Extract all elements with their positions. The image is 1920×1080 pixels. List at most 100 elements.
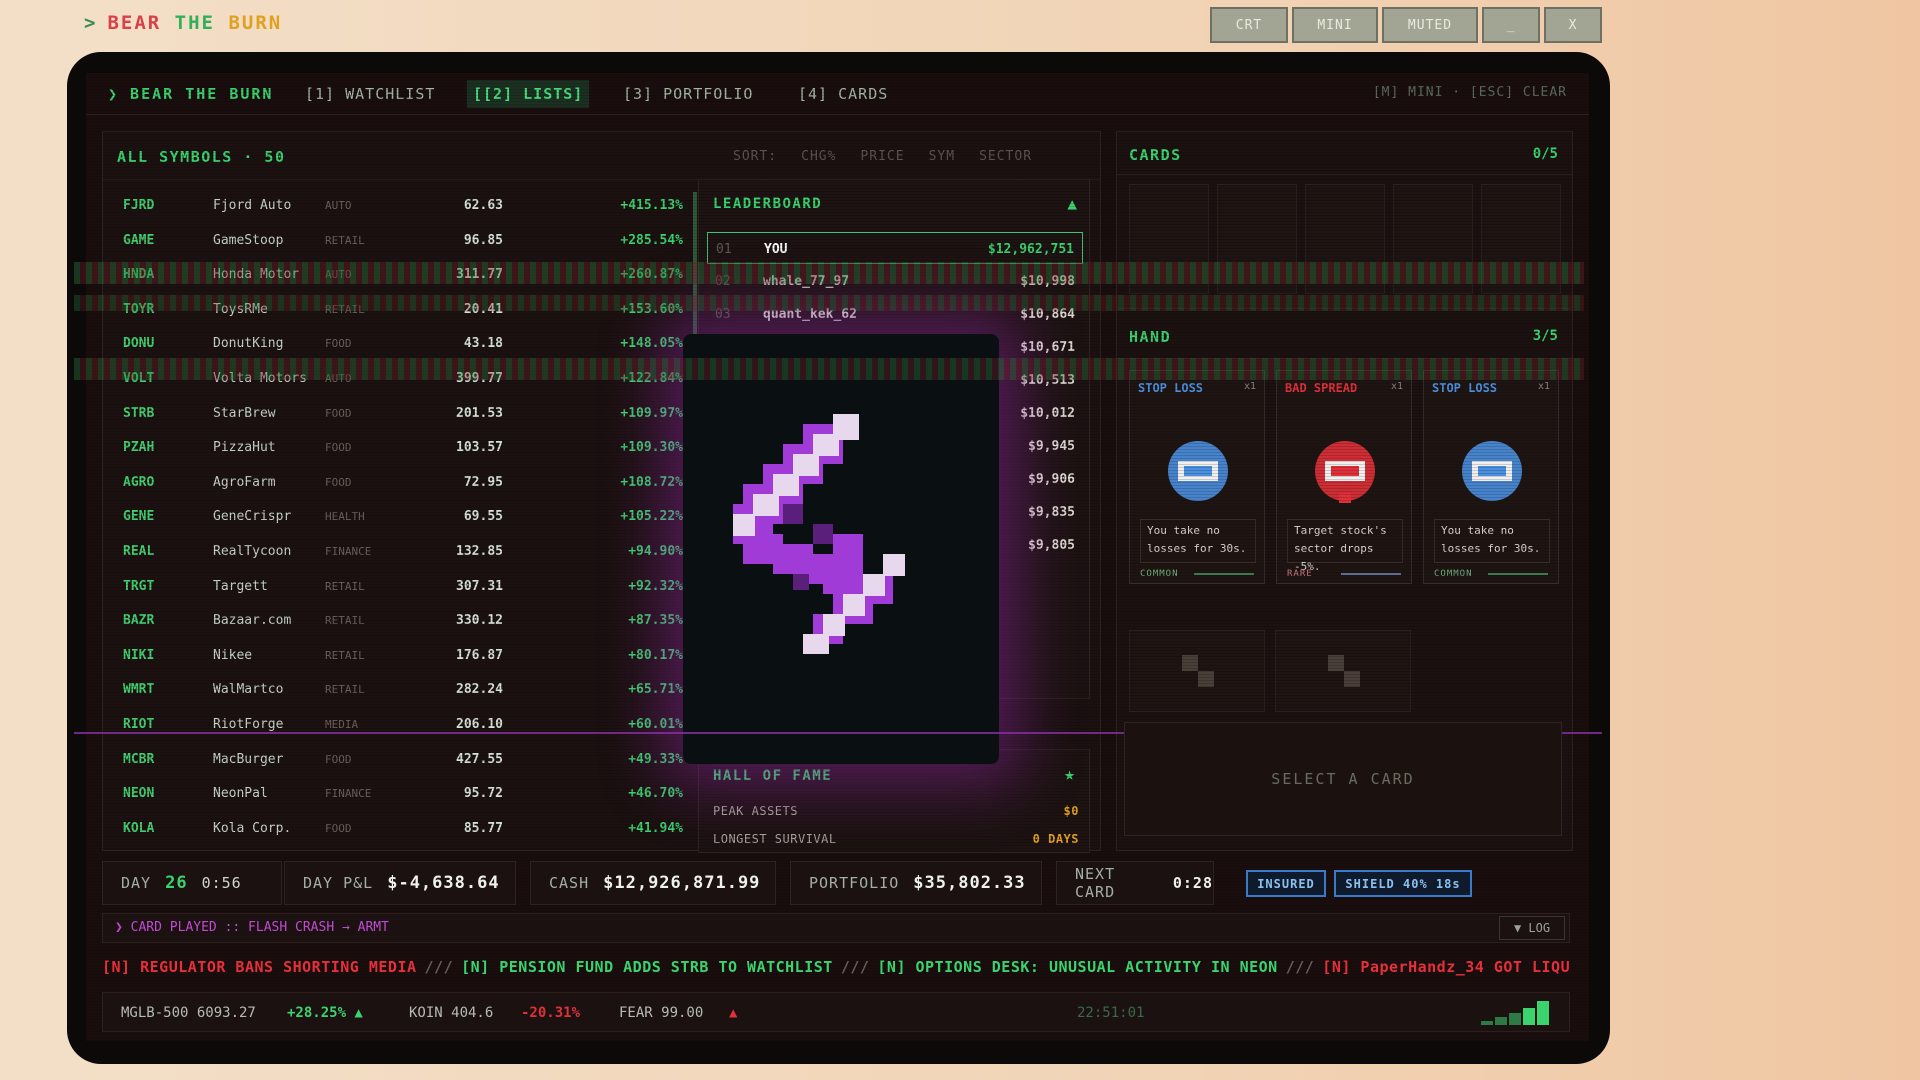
- hand-card[interactable]: STOP LOSS x1 You take no losses for 30s. CO…: [1129, 370, 1265, 584]
- crt-toggle-button[interactable]: CRT: [1210, 7, 1288, 43]
- symbol-price: 85.77: [463, 820, 503, 836]
- symbol-name: AgroFarm: [213, 474, 276, 490]
- symbol-row[interactable]: NIKI Nikee RETAIL 176.87 +80.17%: [103, 638, 683, 672]
- symbol-change: +105.22%: [620, 509, 683, 525]
- symbol-change: +285.54%: [620, 232, 683, 248]
- symbol-row[interactable]: TOYR ToysRMe RETAIL 20.41 +153.60%: [103, 292, 683, 326]
- tab-watchlist[interactable]: [1] WATCHLIST: [299, 80, 441, 108]
- ticker-item: [N] OPTIONS DESK: UNUSUAL ACTIVITY IN NE…: [877, 958, 1278, 976]
- symbol-name: Honda Motor: [213, 267, 300, 283]
- collapse-triangle-icon[interactable]: ▲: [1067, 194, 1077, 213]
- cards-count: 0/5: [1532, 146, 1558, 162]
- symbol-price: 282.24: [456, 682, 503, 698]
- symbol-change: +92.32%: [628, 578, 683, 594]
- hand-card[interactable]: BAD SPREAD x1 Target stock's sector drops …: [1276, 370, 1412, 584]
- card-slot[interactable]: [1393, 184, 1473, 294]
- sort-sym-button[interactable]: SYM: [929, 149, 955, 164]
- sort-price-button[interactable]: PRICE: [860, 149, 904, 164]
- symbol-row[interactable]: PZAH PizzaHut FOOD 103.57 +109.30%: [103, 430, 683, 464]
- symbol-row[interactable]: STRB StarBrew FOOD 201.53 +109.97%: [103, 396, 683, 430]
- symbol-row[interactable]: RIOT RiotForge MEDIA 206.10 +60.01%: [103, 707, 683, 741]
- symbol-sector: RETAIL: [325, 579, 365, 593]
- close-button[interactable]: X: [1544, 7, 1602, 43]
- symbol-row[interactable]: HNDA Honda Motor AUTO 311.77 +260.87%: [103, 257, 683, 291]
- select-card-prompt: SELECT A CARD: [1124, 722, 1562, 836]
- longest-survival-row: LONGEST SURVIVAL 0 DAYS: [713, 832, 1079, 846]
- sort-sector-button[interactable]: SECTOR: [979, 149, 1032, 164]
- tab-portfolio[interactable]: [3] PORTFOLIO: [617, 80, 759, 108]
- leaderboard-name: whale_77_97: [763, 274, 850, 289]
- symbol-price: 206.10: [456, 717, 503, 732]
- symbol-row[interactable]: FJRD Fjord Auto AUTO 62.63 +415.13%: [103, 188, 683, 222]
- symbol-sector: AUTO: [325, 372, 352, 385]
- log-toggle-button[interactable]: ▼ LOG: [1499, 916, 1565, 940]
- symbol-sector: RETAIL: [325, 302, 365, 316]
- day-number: 26: [165, 873, 188, 893]
- clock: 22:51:01: [1077, 1005, 1145, 1021]
- symbol-name: ToysRMe: [213, 301, 268, 317]
- symbol-row[interactable]: DONU DonutKing FOOD 43.18 +148.05%: [103, 326, 683, 360]
- symbol-row[interactable]: WMRT WalMartco RETAIL 282.24 +65.71%: [103, 672, 683, 706]
- symbol-price: 62.63: [463, 198, 503, 213]
- hand-card-name: STOP LOSS: [1432, 381, 1498, 395]
- symbol-sector: MEDIA: [325, 718, 359, 731]
- symbol-sector: RETAIL: [325, 648, 365, 662]
- hand-card-name: BAD SPREAD: [1285, 381, 1358, 395]
- symbol-change: +87.35%: [628, 613, 683, 629]
- symbol-row[interactable]: GAME GameStoop RETAIL 96.85 +285.54%: [103, 223, 683, 257]
- symbol-row[interactable]: VOLT Volta Motors AUTO 399.77 +122.84%: [103, 361, 683, 395]
- hand-card[interactable]: STOP LOSS x1 You take no losses for 30s. CO…: [1423, 370, 1559, 584]
- ticker-item: [N] PENSION FUND ADDS STRB TO WATCHLIST: [461, 958, 833, 976]
- card-reveal-overlay[interactable]: [683, 334, 999, 764]
- symbol-change: +108.72%: [620, 474, 683, 490]
- symbol-change: +122.84%: [620, 371, 683, 386]
- symbol-row[interactable]: GENE GeneCrispr HEALTH 69.55 +105.22%: [103, 499, 683, 533]
- mute-button[interactable]: MUTED: [1382, 7, 1478, 43]
- symbol-name: RiotForge: [213, 717, 284, 732]
- tab-cards[interactable]: [4] CARDS: [792, 80, 894, 108]
- leaderboard-row: 02 whale_77_97 $10,998: [707, 265, 1083, 297]
- mini-mode-button[interactable]: MINI: [1292, 7, 1378, 43]
- symbol-row[interactable]: MCBR MacBurger FOOD 427.55 +49.33%: [103, 742, 683, 776]
- day-timer: 0:56: [201, 874, 242, 892]
- ticker-item: [N] REGULATOR BANS SHORTING MEDIA: [102, 958, 417, 976]
- symbols-title: ALL SYMBOLS · 50: [117, 148, 286, 166]
- symbol-name: Fjord Auto: [213, 198, 292, 213]
- symbol-ticker: TOYR: [123, 301, 155, 317]
- symbol-row[interactable]: TRGT Targett RETAIL 307.31 +92.32%: [103, 569, 683, 603]
- card-slot[interactable]: [1481, 184, 1561, 294]
- symbol-row[interactable]: AGRO AgroFarm FOOD 72.95 +108.72%: [103, 465, 683, 499]
- page-title: > BEAR THE BURN: [84, 12, 283, 34]
- symbol-row[interactable]: REAL RealTycoon FINANCE 132.85 +94.90%: [103, 534, 683, 568]
- symbol-change: +49.33%: [628, 751, 683, 767]
- tab-lists[interactable]: [[2] LISTS]: [467, 80, 590, 108]
- top-nav: ❯ BEAR THE BURN [1] WATCHLIST [[2] LISTS…: [86, 73, 1589, 115]
- spread-warning-icon: [1315, 441, 1375, 503]
- symbol-change: +148.05%: [620, 336, 683, 352]
- sort-chg-button[interactable]: CHG%: [801, 149, 836, 164]
- card-slot[interactable]: [1217, 184, 1297, 294]
- rarity-bar: [1194, 573, 1254, 575]
- portfolio-value: $35,802.33: [913, 873, 1026, 893]
- symbol-ticker: NIKI: [123, 647, 155, 663]
- symbol-row[interactable]: NEON NeonPal FINANCE 95.72 +46.70%: [103, 776, 683, 810]
- symbol-ticker: GAME: [123, 232, 155, 248]
- leaderboard-value: $9,945: [1028, 439, 1075, 454]
- sort-controls: SORT: CHG% PRICE SYM SECTOR: [733, 149, 1032, 164]
- symbol-ticker: TRGT: [123, 578, 155, 594]
- shield-stop-icon: [1462, 441, 1522, 501]
- symbol-change: +109.30%: [620, 440, 683, 456]
- card-slot[interactable]: [1305, 184, 1385, 294]
- symbol-row[interactable]: BAZR Bazaar.com RETAIL 330.12 +87.35%: [103, 603, 683, 637]
- symbol-name: DonutKing: [213, 336, 284, 352]
- empty-hand-slot: [1275, 630, 1411, 712]
- symbol-row[interactable]: KOLA Kola Corp. FOOD 85.77 +41.94%: [103, 811, 683, 845]
- minimize-button[interactable]: _: [1482, 7, 1540, 43]
- event-log: ❯ CARD PLAYED :: FLASH CRASH → ARMT ▼ LO…: [102, 913, 1570, 943]
- market-bar: MGLB-500 6093.27 +28.25% ▲ KOIN 404.6 -2…: [102, 992, 1570, 1032]
- card-slot[interactable]: [1129, 184, 1209, 294]
- symbol-change: +153.60%: [620, 301, 683, 317]
- day-stat: DAY 26 0:56: [102, 861, 282, 905]
- hall-of-fame-title: HALL OF FAME: [713, 768, 833, 784]
- signal-bars-icon: [1481, 1001, 1549, 1025]
